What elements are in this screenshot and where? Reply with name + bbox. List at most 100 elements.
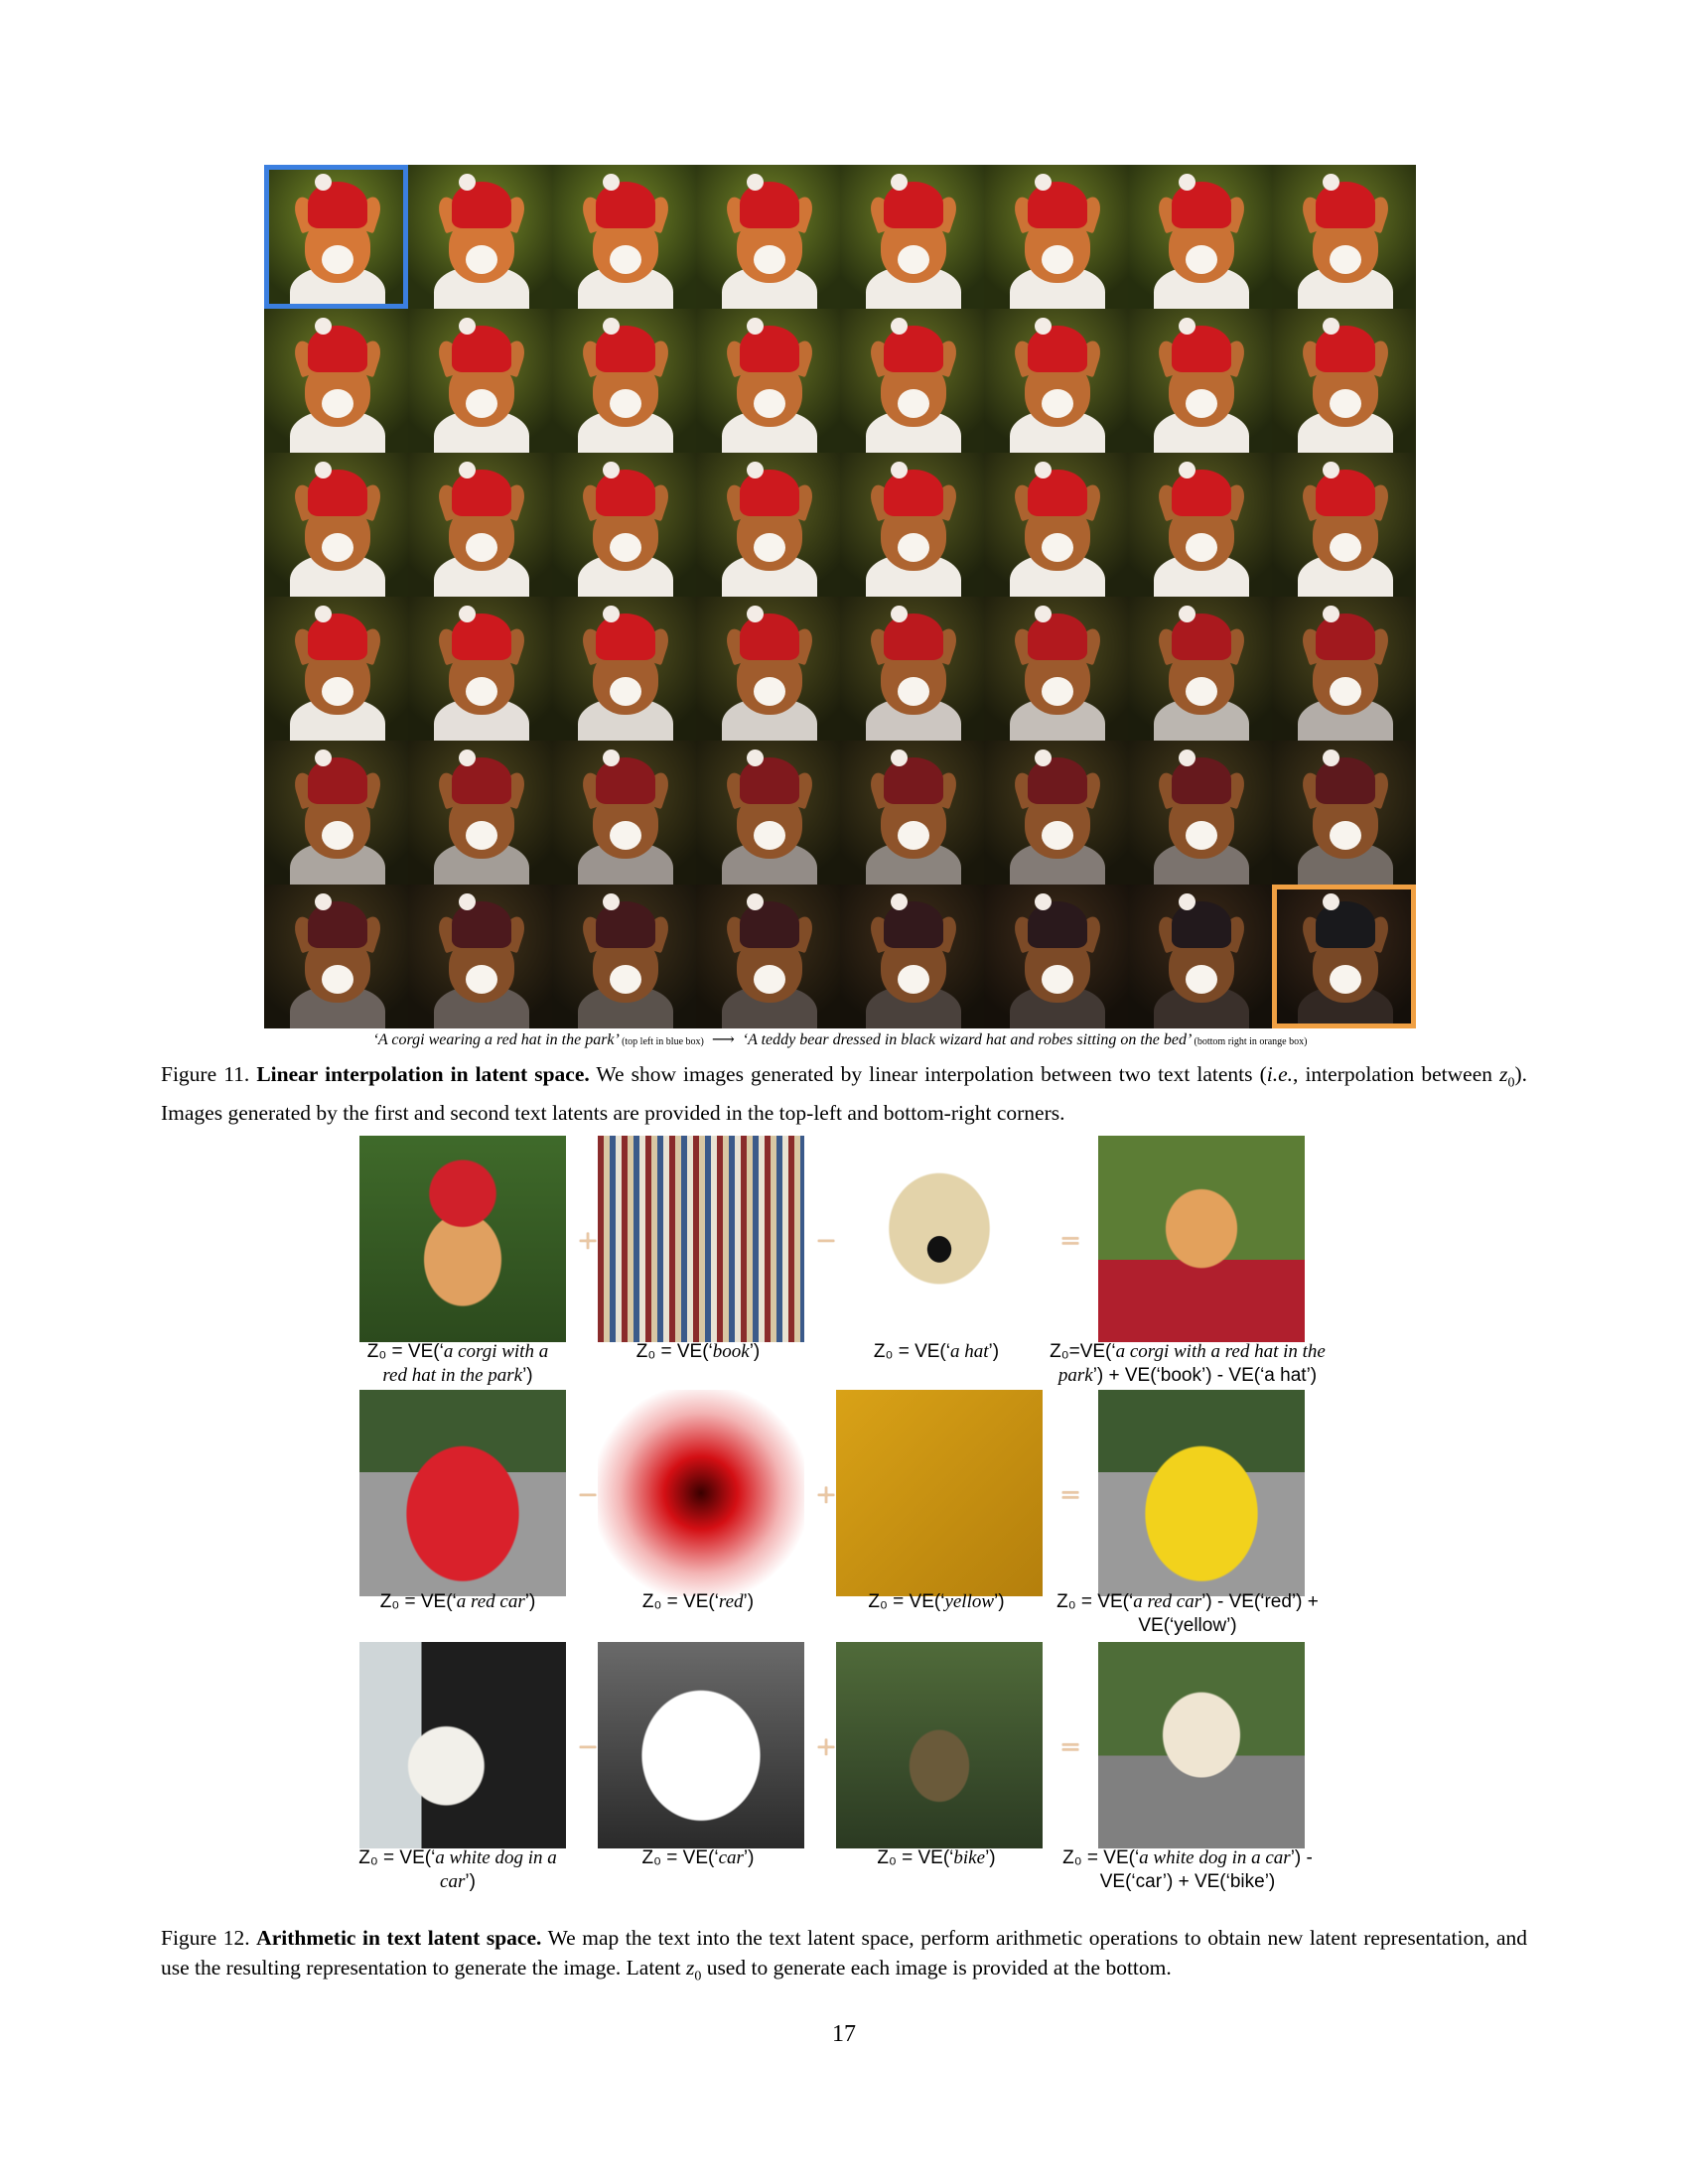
latent-label-prompt: a red car: [1133, 1591, 1202, 1612]
arithmetic-image: [1098, 1136, 1305, 1342]
subject-hat: [739, 614, 800, 660]
subject-pom: [1322, 605, 1340, 623]
interpolation-image: [552, 885, 696, 1028]
subject-hat: [1171, 470, 1232, 516]
subject-hat: [307, 470, 368, 516]
interpolation-image: [1128, 885, 1272, 1028]
latent-label-prompt: a white dog in a car: [1139, 1847, 1291, 1868]
subject-pom: [1322, 461, 1340, 479]
subject-pom: [1178, 605, 1196, 623]
end-note: (bottom right in orange box): [1194, 1036, 1308, 1047]
subject-muzzle: [610, 245, 641, 275]
subject-muzzle: [1042, 821, 1073, 851]
interpolation-image: [840, 885, 984, 1028]
subject-pom: [602, 461, 621, 479]
latent-label: Z₀ = VE(‘car’): [594, 1846, 802, 1870]
interpolation-image: [408, 885, 552, 1028]
subject-muzzle: [466, 677, 497, 707]
subject-hat: [1027, 470, 1088, 516]
subject-muzzle: [1042, 677, 1073, 707]
subject-muzzle: [1186, 245, 1217, 275]
interpolation-image: [840, 741, 984, 885]
interpolation-image: [264, 165, 408, 309]
subject-pom: [746, 892, 765, 911]
subject-pom: [1034, 749, 1053, 767]
latent-label-prompt: a hat: [949, 1341, 989, 1362]
subject-hat: [451, 326, 512, 372]
subject-pom: [1034, 892, 1053, 911]
subject-pom: [314, 892, 333, 911]
subject-pom: [1178, 317, 1196, 336]
latent-label-prompt: bike: [953, 1847, 986, 1868]
start-prompt: ‘A corgi wearing a red hat in the park’: [372, 1031, 619, 1048]
interpolation-image: [1272, 597, 1416, 741]
minus-operator-icon: −: [815, 1226, 837, 1256]
subject-muzzle: [1330, 533, 1361, 563]
subject-pom: [458, 317, 477, 336]
interpolation-image: [1128, 309, 1272, 453]
arithmetic-image: [359, 1390, 566, 1596]
subject-hat: [451, 470, 512, 516]
interpolation-image: [984, 885, 1128, 1028]
arithmetic-image: [836, 1136, 1043, 1342]
latent-label-suffix: ’): [465, 1871, 476, 1892]
caption-text: , interpolation between: [1293, 1062, 1500, 1086]
interpolation-image: [552, 741, 696, 885]
latent-label-suffix: ’): [524, 1591, 536, 1612]
latent-label-prefix: Z₀ = VE(‘: [873, 1341, 950, 1362]
interpolation-image: [552, 165, 696, 309]
subject-pom: [602, 173, 621, 192]
subject-pom: [602, 317, 621, 336]
subject-hat: [1315, 757, 1376, 804]
figure-11-label: Figure 11.: [161, 1062, 250, 1086]
figure-11-title: Linear interpolation in latent space.: [256, 1062, 590, 1086]
interpolation-image: [408, 453, 552, 597]
subject-muzzle: [466, 821, 497, 851]
subject-pom: [746, 605, 765, 623]
latent-label-prefix: Z₀ = VE(‘: [366, 1341, 444, 1362]
latent-label-suffix: ’): [994, 1591, 1005, 1612]
plus-operator-icon: +: [577, 1226, 599, 1256]
subject-hat: [1027, 326, 1088, 372]
subject-pom: [890, 892, 909, 911]
interpolation-image: [840, 597, 984, 741]
latent-label-suffix: ’) + VE(‘book’) - VE(‘a hat’): [1092, 1365, 1318, 1386]
interpolation-image: [1128, 453, 1272, 597]
latent-label-prompt: a white dog in a car: [435, 1847, 557, 1892]
subject-muzzle: [754, 821, 785, 851]
interpolation-image: [552, 309, 696, 453]
subject-pom: [458, 605, 477, 623]
latent-label-suffix: ’): [985, 1847, 996, 1868]
subject-muzzle: [754, 965, 785, 995]
interpolation-image: [408, 309, 552, 453]
equals-operator-icon: =: [1059, 1732, 1081, 1762]
latent-label-prefix: Z₀ = VE(‘: [1056, 1591, 1134, 1612]
subject-pom: [314, 749, 333, 767]
subject-hat: [883, 470, 944, 516]
subject-pom: [890, 605, 909, 623]
subject-muzzle: [1186, 821, 1217, 851]
latent-label: Z₀ = VE(‘a red car’): [353, 1590, 562, 1614]
subject-hat: [883, 614, 944, 660]
subject-hat: [595, 901, 656, 948]
subject-muzzle: [1330, 821, 1361, 851]
latent-label-suffix: ’): [988, 1341, 1000, 1362]
subject-hat: [451, 757, 512, 804]
latent-label-prefix: Z₀ = VE(‘: [635, 1341, 713, 1362]
latent-label-prefix: Z₀ = VE(‘: [358, 1847, 436, 1868]
subject-muzzle: [1186, 389, 1217, 419]
subject-muzzle: [322, 389, 353, 419]
interpolation-image: [408, 597, 552, 741]
arithmetic-image: [598, 1642, 804, 1848]
caption-ie: i.e.: [1266, 1062, 1294, 1086]
subject-pom: [314, 461, 333, 479]
subject-hat: [883, 757, 944, 804]
subject-hat: [307, 901, 368, 948]
latent-label-suffix: ’): [522, 1365, 533, 1386]
arithmetic-image: [359, 1136, 566, 1342]
interpolation-image: [696, 885, 840, 1028]
subject-hat: [1171, 757, 1232, 804]
latent-label: Z₀ = VE(‘bike’): [832, 1846, 1041, 1870]
latent-label-prefix: Z₀=VE(‘: [1050, 1341, 1116, 1362]
latent-label-prefix: Z₀ = VE(‘: [868, 1591, 945, 1612]
